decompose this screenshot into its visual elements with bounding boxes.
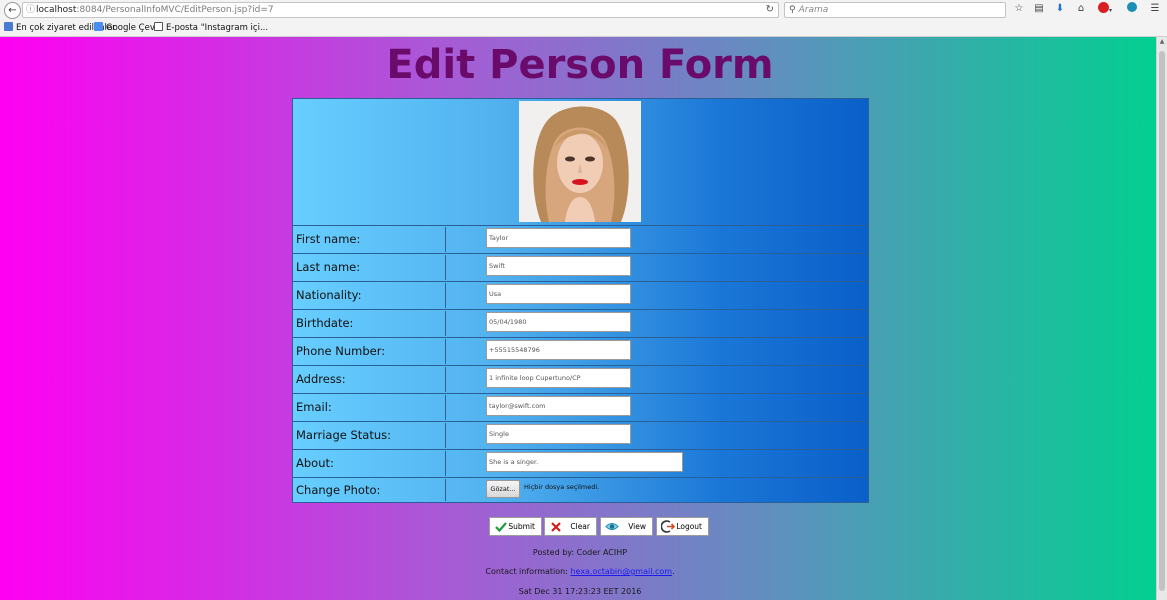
translate-icon (94, 22, 103, 31)
form-row-address: Address: (293, 366, 868, 394)
about-input[interactable] (486, 452, 683, 472)
bookmark-email[interactable]: E-posta "Instagram içi... (154, 20, 268, 36)
form-row-email: Email: (293, 394, 868, 422)
contact-email-link[interactable]: hexa.octabin@gmail.com (570, 567, 672, 576)
eye-icon (605, 523, 619, 530)
field-label: Last name: (294, 255, 446, 280)
url-path: :8084/PersonalInfoMVC/EditPerson.jsp?id=… (76, 5, 274, 15)
search-bar[interactable]: ⚲ Arama (784, 2, 1006, 18)
logout-label: Logout (676, 522, 702, 531)
address-bar[interactable]: ⓘlocalhost:8084/PersonalInfoMVC/EditPers… (22, 2, 779, 18)
field-label: Address: (294, 367, 446, 392)
field-label: Email: (294, 395, 446, 420)
address-input[interactable] (486, 368, 631, 388)
search-placeholder: Arama (798, 5, 829, 15)
adblock-icon[interactable]: ▾ (1096, 2, 1114, 16)
field-label: First name: (294, 227, 446, 252)
browser-chrome: ← ⓘlocalhost:8084/PersonalInfoMVC/EditPe… (0, 0, 1167, 37)
back-arrow-icon[interactable]: ← (4, 2, 21, 19)
birthdate-input[interactable] (486, 312, 631, 332)
edit-person-form: First name: Last name: Nationality: Birt… (292, 98, 869, 503)
checkmark-icon (495, 522, 507, 533)
page-icon (154, 22, 163, 31)
form-row-about: About: (293, 450, 868, 478)
page-title: Edit Person Form (386, 42, 774, 88)
contact-info: Contact information: hexa.octabin@gmail.… (0, 567, 1160, 576)
form-row-birthdate: Birthdate: (293, 310, 868, 338)
extension-icon[interactable] (1125, 2, 1139, 16)
action-buttons: Submit Clear View Logout (489, 517, 711, 536)
field-label: About: (294, 451, 446, 476)
home-icon[interactable]: ⌂ (1074, 2, 1088, 16)
form-row-phone: Phone Number: (293, 338, 868, 366)
marriage-status-input[interactable] (486, 424, 631, 444)
file-status-text: Hiçbir dosya seçilmedi. (524, 483, 600, 491)
scroll-up-icon[interactable]: ▲ (1157, 37, 1167, 47)
contact-suffix: . (672, 567, 675, 576)
form-row-marriage-status: Marriage Status: (293, 422, 868, 450)
submit-label: Submit (508, 522, 535, 531)
form-row-change-photo: Change Photo: Gözat... Hiçbir dosya seçi… (293, 478, 868, 502)
first-name-input[interactable] (486, 228, 631, 248)
photo-row (293, 99, 868, 226)
search-icon: ⚲ (789, 5, 796, 15)
view-label: View (628, 522, 646, 531)
folder-icon (4, 22, 13, 31)
vertical-scrollbar[interactable]: ▲ (1156, 37, 1167, 600)
bookmark-star-icon[interactable]: ☆ (1012, 2, 1026, 16)
submit-button[interactable]: Submit (489, 517, 542, 536)
phone-input[interactable] (486, 340, 631, 360)
field-label: Birthdate: (294, 311, 446, 336)
bookmark-google-translate[interactable]: Google Çeviri (94, 20, 163, 36)
field-label: Change Photo: (294, 479, 446, 501)
view-button[interactable]: View (600, 517, 653, 536)
browse-file-button[interactable]: Gözat... (486, 480, 520, 498)
posted-by: Posted by: Coder ACIHP (532, 548, 628, 557)
field-label: Phone Number: (294, 339, 446, 364)
current-datetime: Sat Dec 31 17:23:23 EET 2016 (518, 587, 642, 596)
info-icon[interactable]: ⓘ (26, 3, 36, 17)
download-icon[interactable]: ⬇ (1053, 2, 1067, 16)
contact-label: Contact information: (485, 567, 571, 576)
logout-button[interactable]: Logout (656, 517, 709, 536)
email-input[interactable] (486, 396, 631, 416)
close-icon (551, 522, 561, 532)
field-label: Marriage Status: (294, 423, 446, 448)
url-host: localhost (36, 5, 77, 15)
last-name-input[interactable] (486, 256, 631, 276)
bookmarks-toolbar: En çok ziyaret edilenler Google Çeviri E… (0, 20, 1167, 36)
nationality-input[interactable] (486, 284, 631, 304)
clear-label: Clear (570, 522, 590, 531)
reading-list-icon[interactable]: ▤ (1032, 2, 1046, 16)
page-content: Edit Person Form First name: Taylor Last… (0, 37, 1167, 600)
form-row-first-name: First name: (293, 226, 868, 254)
field-label: Nationality: (294, 283, 446, 308)
clear-button[interactable]: Clear (544, 517, 597, 536)
navigation-bar: ← ⓘlocalhost:8084/PersonalInfoMVC/EditPe… (0, 0, 1167, 19)
form-row-nationality: Nationality: (293, 282, 868, 310)
form-row-last-name: Last name: (293, 254, 868, 282)
reload-icon[interactable]: ↻ (766, 3, 774, 17)
person-photo (519, 101, 641, 222)
logout-icon (661, 520, 675, 533)
scrollbar-thumb[interactable] (1159, 51, 1165, 591)
menu-icon[interactable]: ☰ (1148, 2, 1162, 16)
